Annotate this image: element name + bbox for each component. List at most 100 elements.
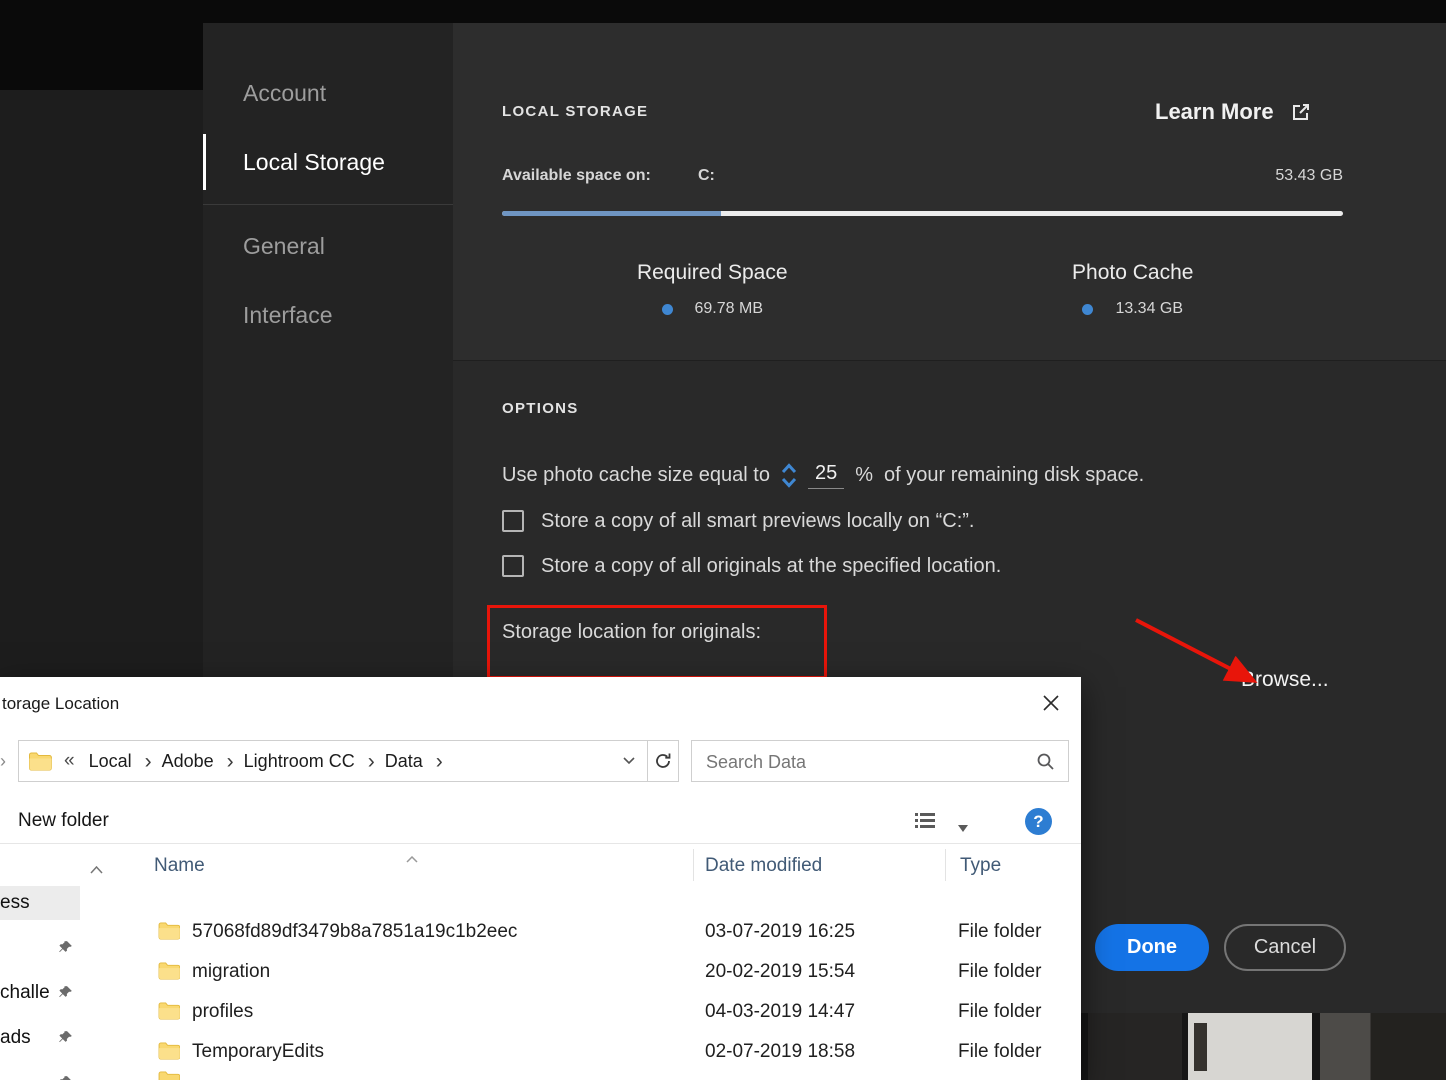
percent-sign: % — [855, 464, 873, 486]
scrollbar-up-icon[interactable] — [90, 861, 103, 879]
column-separator[interactable] — [693, 849, 694, 881]
storage-location-label: Storage location for originals: — [502, 621, 762, 643]
breadcrumb-item[interactable]: Local › — [79, 751, 152, 772]
file-list: 57068fd89df3479b8a7851a19c1b2eec 03-07-2… — [0, 912, 1081, 1072]
quick-access-panel: ess challe ads — [0, 886, 80, 1080]
cancel-button[interactable]: Cancel — [1224, 924, 1346, 971]
stat-label: Photo Cache — [1072, 261, 1194, 284]
help-button[interactable]: ? — [1025, 808, 1052, 835]
available-space-label: Available space on: — [502, 167, 651, 184]
new-folder-button[interactable]: New folder — [18, 800, 109, 842]
stat-label: Required Space — [636, 261, 788, 284]
legend-dot-icon — [1082, 303, 1094, 315]
sidebar-item[interactable]: Account — [203, 68, 453, 118]
quick-access-item[interactable] — [0, 931, 80, 965]
sidebar-item-label: Interface — [243, 301, 333, 328]
folder-icon — [28, 752, 52, 771]
pin-icon — [58, 1075, 73, 1080]
sidebar-item[interactable]: Local Storage — [203, 134, 453, 190]
file-type: File folder — [958, 961, 1042, 982]
chevron-right-icon: › — [226, 749, 234, 773]
file-row[interactable]: TemporaryEdits 02-07-2019 18:58 File fol… — [0, 1032, 1081, 1072]
breadcrumb-item[interactable]: Adobe › — [152, 751, 234, 772]
column-header-type[interactable]: Type — [960, 844, 1001, 887]
search-input[interactable] — [704, 742, 1028, 782]
quick-access-label: ess — [0, 892, 30, 913]
details-view-icon[interactable] — [914, 812, 936, 835]
breadcrumb-label: Data — [384, 750, 423, 771]
cache-size-input[interactable]: 25 — [807, 462, 845, 489]
quick-access-item[interactable]: ads — [0, 1021, 80, 1055]
photo-thumbnail — [1188, 1013, 1312, 1080]
search-icon — [1036, 752, 1055, 776]
sidebar-item-label: General — [243, 232, 325, 259]
folder-icon — [158, 1042, 180, 1060]
breadcrumb-overflow[interactable]: « — [64, 750, 75, 772]
chevron-right-icon: › — [144, 749, 152, 773]
cache-size-prefix: Use photo cache size equal to — [502, 464, 770, 486]
breadcrumb: Local › Adobe › Lightroom CC › Data › — [79, 751, 443, 772]
folder-icon — [158, 1071, 180, 1080]
stepper-icon[interactable] — [781, 462, 797, 489]
sidebar-item[interactable]: Interface — [203, 290, 453, 340]
address-dropdown-icon[interactable] — [623, 757, 635, 765]
folder-icon — [158, 1002, 180, 1020]
file-name: profiles — [192, 1001, 254, 1022]
sidebar-item-label: Local Storage — [243, 148, 385, 175]
breadcrumb-label: Adobe — [161, 750, 214, 771]
legend-dot-icon — [661, 303, 673, 315]
column-header-name[interactable]: Name — [154, 844, 205, 887]
learn-more-link[interactable]: Learn More — [1155, 99, 1311, 125]
quick-access-item[interactable]: ess — [0, 886, 80, 920]
pin-icon — [58, 985, 73, 1000]
file-name: 57068fd89df3479b8a7851a19c1b2eec — [192, 921, 518, 942]
available-space-value: 53.43 GB — [1275, 167, 1343, 184]
pin-icon — [58, 1030, 73, 1045]
sidebar-item[interactable]: General — [203, 221, 453, 271]
file-date-modified: 03-07-2019 16:25 — [705, 921, 856, 942]
checkbox[interactable] — [502, 510, 524, 532]
checkbox[interactable] — [502, 555, 524, 577]
stat-value: 13.34 GB — [1115, 300, 1184, 317]
file-type: File folder — [958, 1001, 1042, 1022]
file-row[interactable]: 57068fd89df3479b8a7851a19c1b2eec 03-07-2… — [0, 912, 1081, 952]
file-row[interactable]: profiles 04-03-2019 14:47 File folder — [0, 992, 1081, 1032]
quick-access-item[interactable] — [0, 1066, 80, 1080]
folder-icon — [158, 962, 180, 980]
refresh-icon — [656, 753, 671, 768]
cache-size-row: Use photo cache size equal to 25 % of yo… — [502, 462, 1144, 489]
file-date-modified: 04-03-2019 14:47 — [705, 1001, 856, 1022]
sort-ascending-icon — [406, 850, 418, 868]
checkbox-row: Store a copy of all originals at the spe… — [502, 553, 1001, 579]
refresh-button[interactable] — [647, 740, 679, 782]
sidebar-divider — [203, 204, 453, 205]
column-header-date[interactable]: Date modified — [705, 844, 822, 887]
stat-value: 69.78 MB — [694, 300, 763, 317]
browse-button[interactable]: Browse... — [1241, 668, 1329, 692]
close-icon — [1043, 695, 1059, 711]
storage-progress-bar — [502, 211, 1343, 216]
cache-size-suffix: of your remaining disk space. — [884, 464, 1145, 486]
search-box — [691, 740, 1069, 782]
breadcrumb-item[interactable]: Data › — [375, 751, 443, 772]
view-dropdown-icon[interactable] — [958, 819, 968, 837]
storage-progress-fill — [502, 211, 721, 216]
learn-more-label: Learn More — [1155, 99, 1274, 124]
quick-access-item[interactable]: challe — [0, 976, 80, 1010]
breadcrumb-item[interactable]: Lightroom CC › — [234, 751, 375, 772]
done-button[interactable]: Done — [1095, 924, 1209, 971]
chevron-right-icon: › — [435, 749, 443, 773]
screen: Account Local Storage General Interface … — [0, 0, 1446, 1080]
close-button[interactable] — [1028, 687, 1074, 719]
sidebar-item-label: Account — [243, 79, 327, 106]
file-name: migration — [192, 961, 271, 982]
column-separator[interactable] — [945, 849, 946, 881]
file-row[interactable]: migration 20-02-2019 15:54 File folder — [0, 952, 1081, 992]
external-link-icon — [1292, 103, 1309, 120]
address-bar[interactable]: « Local › Adobe › Lightroom CC › Data › — [18, 740, 648, 782]
options-title: OPTIONS — [502, 400, 579, 417]
storage-location-dialog: torage Location › « Local › Adobe › Ligh… — [0, 677, 1081, 1080]
section-title: LOCAL STORAGE — [502, 103, 649, 120]
options-checkboxes: Store a copy of all smart previews local… — [502, 508, 1001, 598]
checkbox-row: Store a copy of all smart previews local… — [502, 508, 1001, 534]
